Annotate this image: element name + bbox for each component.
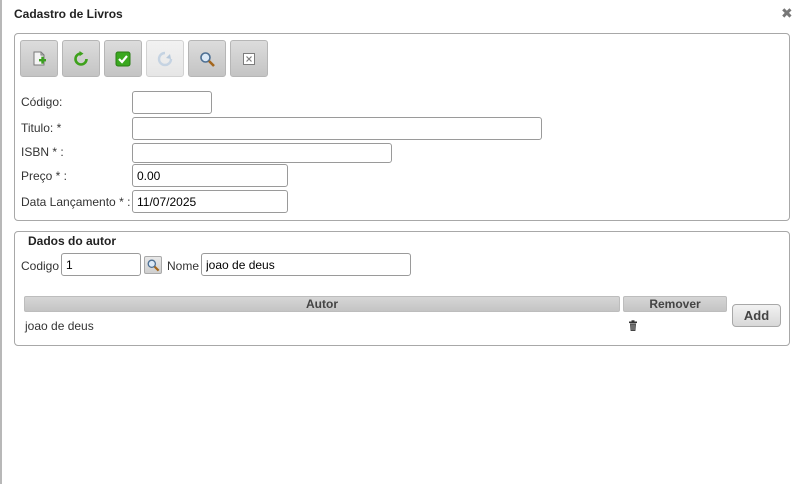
save-confirm-button[interactable] [104,40,142,77]
data-lancamento-input[interactable] [132,190,288,213]
titulo-label: Titulo: * [21,121,62,135]
table-row-autor: joao de deus [25,319,94,333]
titulo-input[interactable] [132,117,542,140]
column-header-autor: Autor [24,296,620,312]
codigo-label: Código: [21,95,63,109]
close-icon[interactable]: ✖ [781,5,793,21]
author-search-button[interactable] [144,256,162,274]
author-nome-input[interactable] [201,253,411,276]
author-codigo-label: Codigo [21,259,60,273]
cancel-button[interactable] [230,40,268,77]
cycle-icon [157,51,173,66]
refresh-icon [74,50,88,66]
close-box-icon [243,52,255,65]
author-nome-label: Nome [167,259,200,273]
isbn-input[interactable] [132,143,392,163]
new-document-icon [33,51,46,65]
disabled-action-button[interactable] [146,40,184,77]
author-codigo-input[interactable] [61,253,141,276]
preco-input[interactable] [132,164,288,187]
new-document-button[interactable] [20,40,58,77]
preco-label: Preço * : [21,169,68,183]
check-icon [115,51,131,66]
book-form-panel: Código: Titulo: * ISBN * : Preço * : Dat… [14,33,790,221]
codigo-input[interactable] [132,91,212,114]
search-button[interactable] [188,40,226,77]
column-header-remover: Remover [623,296,727,312]
refresh-button[interactable] [62,40,100,77]
magnifier-icon [200,51,215,67]
add-author-button[interactable]: Add [732,304,781,327]
data-lancamento-label: Data Lançamento * : [21,195,131,209]
isbn-label: ISBN * : [21,145,64,159]
trash-icon[interactable] [627,320,639,332]
magnifier-icon [147,259,160,272]
window-left-edge [0,0,2,484]
author-panel: Dados do autor Codigo Nome Autor Remover… [14,231,790,346]
dialog-title: Cadastro de Livros [14,7,123,21]
author-section-legend: Dados do autor [28,234,117,248]
